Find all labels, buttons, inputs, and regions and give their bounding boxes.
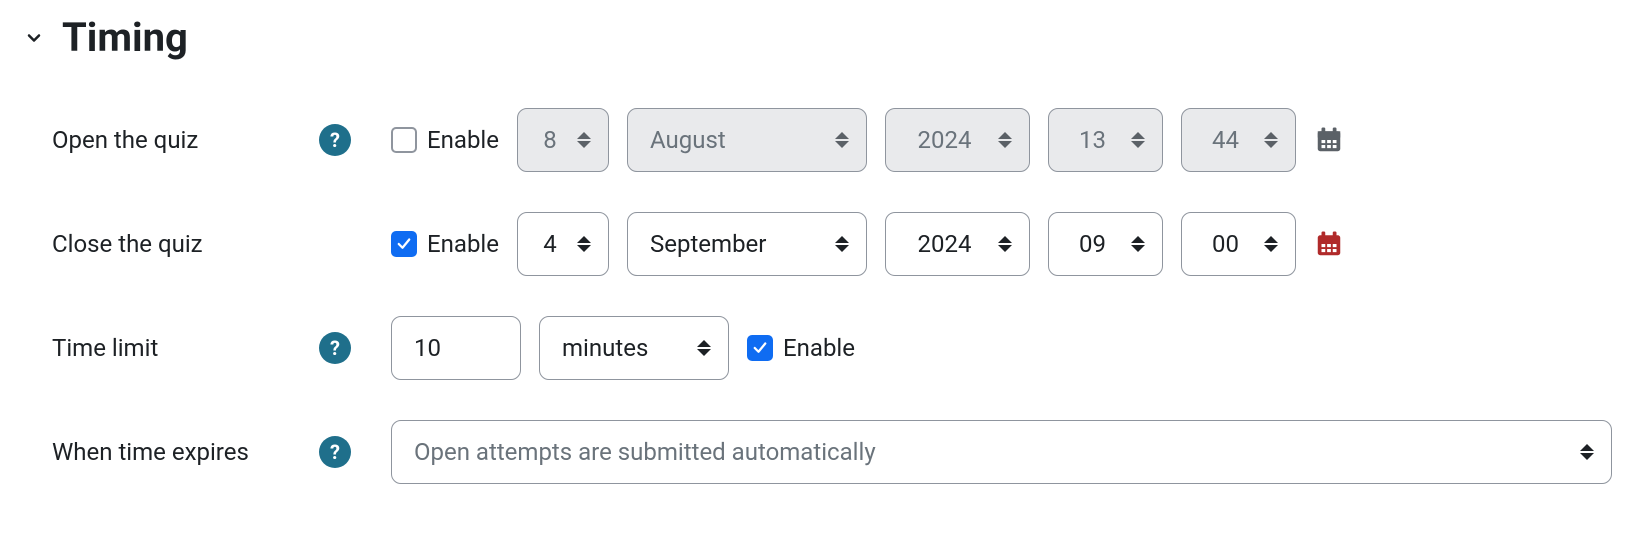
label-time-limit: Time limit [24,334,319,362]
enable-time-limit[interactable]: Enable [747,334,855,362]
enable-label: Enable [427,230,499,258]
checkbox-icon[interactable] [391,127,417,153]
open-month-select[interactable]: August [627,108,867,172]
close-day-select[interactable]: 4 [517,212,609,276]
time-limit-input[interactable]: 10 [391,316,521,380]
sort-icon [1579,442,1595,462]
close-month-select[interactable]: September [627,212,867,276]
enable-label: Enable [427,126,499,154]
help-icon[interactable]: ? [319,332,351,364]
section-header[interactable]: Timing [24,16,1612,60]
close-hour-select[interactable]: 09 [1048,212,1163,276]
open-year-select[interactable]: 2024 [885,108,1030,172]
row-open-the-quiz: Open the quiz ? Enable 8 August 2024 13 … [24,88,1612,192]
sort-icon [997,234,1013,254]
chevron-down-icon [24,28,44,48]
help-icon[interactable]: ? [319,124,351,156]
label-open-quiz: Open the quiz [24,126,319,154]
open-day-select[interactable]: 8 [517,108,609,172]
sort-icon [696,338,712,358]
when-expires-select[interactable]: Open attempts are submitted automaticall… [391,420,1612,484]
open-hour-select[interactable]: 13 [1048,108,1163,172]
sort-icon [1130,234,1146,254]
enable-close-quiz[interactable]: Enable [391,230,499,258]
sort-icon [1263,130,1279,150]
sort-icon [1263,234,1279,254]
section-title: Timing [62,16,188,60]
checkbox-icon[interactable] [391,231,417,257]
open-minute-select[interactable]: 44 [1181,108,1296,172]
calendar-icon[interactable] [1314,229,1344,259]
sort-icon [576,234,592,254]
enable-open-quiz[interactable]: Enable [391,126,499,154]
row-when-time-expires: When time expires ? Open attempts are su… [24,400,1612,504]
help-icon[interactable]: ? [319,436,351,468]
close-year-select[interactable]: 2024 [885,212,1030,276]
row-close-the-quiz: Close the quiz Enable 4 September 2024 0… [24,192,1612,296]
sort-icon [834,234,850,254]
sort-icon [576,130,592,150]
close-minute-select[interactable]: 00 [1181,212,1296,276]
calendar-icon[interactable] [1314,125,1344,155]
label-when-expires: When time expires [24,438,319,466]
sort-icon [997,130,1013,150]
time-limit-unit-select[interactable]: minutes [539,316,729,380]
enable-label: Enable [783,334,855,362]
sort-icon [1130,130,1146,150]
sort-icon [834,130,850,150]
checkbox-icon[interactable] [747,335,773,361]
label-close-quiz: Close the quiz [24,230,319,258]
row-time-limit: Time limit ? 10 minutes Enable [24,296,1612,400]
